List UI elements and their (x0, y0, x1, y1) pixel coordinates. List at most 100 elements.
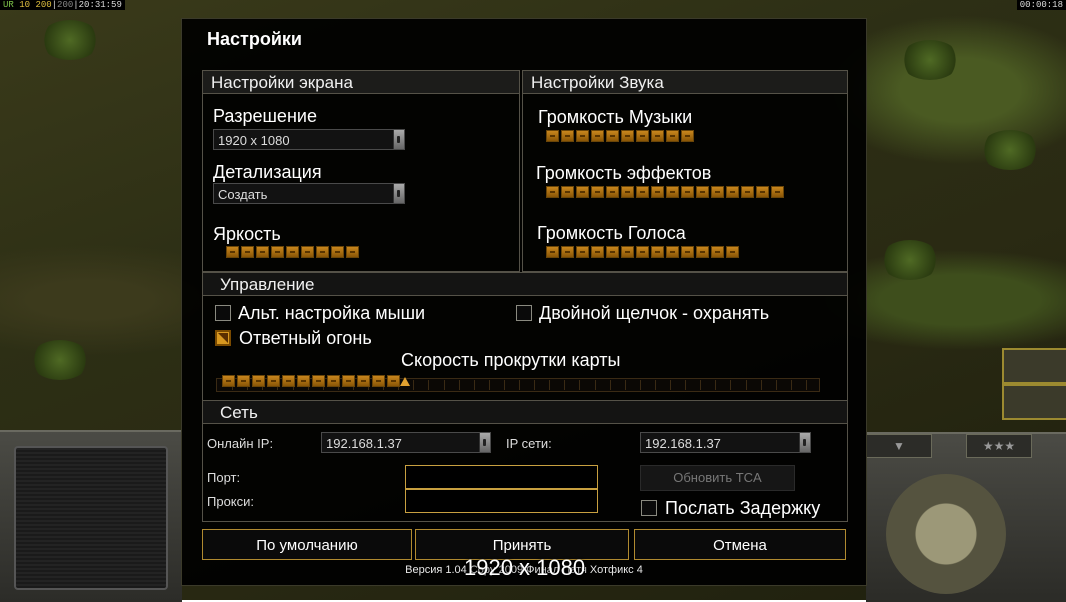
slider-tick (791, 380, 792, 390)
slider-segment (636, 246, 649, 258)
slider-tick (489, 380, 490, 390)
slider-segment (606, 130, 619, 142)
slider-tick (610, 380, 611, 390)
slider-segment (771, 186, 784, 198)
slider-segment (591, 246, 604, 258)
terrain-tree (980, 130, 1040, 170)
lan-ip-select[interactable]: 192.168.1.37 (640, 432, 811, 453)
slider-segment (316, 246, 329, 258)
slider-segment (606, 186, 619, 198)
slider-segment (301, 246, 314, 258)
cancel-button[interactable]: Отмена (634, 529, 846, 560)
slider-segment (252, 375, 265, 387)
hud-left-panel (0, 430, 182, 602)
hud-tab-down-icon[interactable]: ▼ (866, 434, 932, 458)
network-header: Сеть (203, 401, 847, 424)
slider-segment (561, 130, 574, 142)
slider-segment (621, 130, 634, 142)
slider-tick (776, 380, 777, 390)
slider-segment (282, 375, 295, 387)
port-input[interactable] (405, 465, 598, 489)
return-fire-checkbox[interactable] (215, 330, 231, 346)
radar-mode-icon[interactable] (1002, 384, 1066, 420)
unit-portrait-icon[interactable] (1002, 348, 1066, 384)
slider-tick (761, 380, 762, 390)
online-ip-select[interactable]: 192.168.1.37 (321, 432, 491, 453)
proxy-input[interactable] (405, 489, 598, 513)
slider-segment (756, 186, 769, 198)
terrain-tree (900, 40, 960, 80)
scroll-arrow-icon[interactable] (393, 130, 404, 149)
slider-segment (726, 186, 739, 198)
slider-segment (636, 130, 649, 142)
slider-segment (561, 246, 574, 258)
slider-segment (591, 186, 604, 198)
effects-volume-slider[interactable] (546, 186, 784, 198)
slider-segment (666, 130, 679, 142)
slider-segment (576, 246, 589, 258)
slider-segment (297, 375, 310, 387)
online-ip-value: 192.168.1.37 (326, 436, 402, 451)
resolution-select[interactable]: 1920 x 1080 (213, 129, 405, 150)
scroll-speed-thumb-icon[interactable] (400, 377, 410, 386)
effects-volume-label: Громкость эффектов (536, 163, 712, 183)
scroll-arrow-icon[interactable] (393, 184, 404, 203)
slider-segment (651, 186, 664, 198)
slider-segment (241, 246, 254, 258)
game-clock: 20:31:59 (78, 0, 122, 10)
detail-select[interactable]: Создать (213, 183, 405, 204)
radar-minimap[interactable] (886, 474, 1006, 594)
slider-segment (621, 246, 634, 258)
slider-segment (546, 246, 559, 258)
slider-segment (271, 246, 284, 258)
slider-tick (428, 380, 429, 390)
scroll-arrow-icon[interactable] (799, 433, 810, 452)
voice-volume-slider[interactable] (546, 246, 739, 258)
resource-bar: UR 10 200|200|20:31:59 (0, 0, 125, 10)
music-volume-slider[interactable] (546, 130, 694, 142)
slider-segment (681, 186, 694, 198)
hud-tab-stars-icon[interactable]: ★★★ (966, 434, 1032, 458)
slider-segment (222, 375, 235, 387)
scroll-speed-label: Скорость прокрутки карты (401, 350, 621, 370)
resource-value-3: 200 (57, 0, 74, 10)
slider-tick (519, 380, 520, 390)
brightness-label: Яркость (213, 224, 281, 244)
slider-tick (549, 380, 550, 390)
lan-ip-label: IP сети: (506, 436, 552, 451)
slider-segment (651, 130, 664, 142)
alt-mouse-checkbox[interactable] (215, 305, 231, 321)
slider-segment (726, 246, 739, 258)
brightness-slider[interactable] (226, 246, 359, 258)
update-tca-button[interactable]: Обновить TCA (640, 465, 795, 491)
slider-tick (700, 380, 701, 390)
voice-volume-label: Громкость Голоса (537, 223, 686, 243)
slider-tick (685, 380, 686, 390)
controls-header: Управление (203, 273, 847, 296)
slider-segment (237, 375, 250, 387)
port-label: Порт: (207, 470, 241, 485)
slider-segment (387, 375, 400, 387)
slider-tick (715, 380, 716, 390)
double-click-guard-checkbox[interactable] (516, 305, 532, 321)
slider-segment (606, 246, 619, 258)
unit-screen (14, 446, 168, 590)
slider-segment (561, 186, 574, 198)
slider-tick (670, 380, 671, 390)
slider-tick (655, 380, 656, 390)
default-button[interactable]: По умолчанию (202, 529, 412, 560)
slider-segment (327, 375, 340, 387)
slider-segment (346, 246, 359, 258)
slider-segment (357, 375, 370, 387)
slider-segment (267, 375, 280, 387)
slider-segment (591, 130, 604, 142)
proxy-label: Прокси: (207, 494, 255, 509)
slider-tick (459, 380, 460, 390)
send-delay-label: Послать Задержку (665, 498, 821, 518)
send-delay-checkbox[interactable] (641, 500, 657, 516)
scroll-speed-slider[interactable] (222, 375, 400, 387)
slider-tick (534, 380, 535, 390)
detail-label: Детализация (213, 162, 322, 182)
scroll-arrow-icon[interactable] (479, 433, 490, 452)
slider-segment (666, 186, 679, 198)
